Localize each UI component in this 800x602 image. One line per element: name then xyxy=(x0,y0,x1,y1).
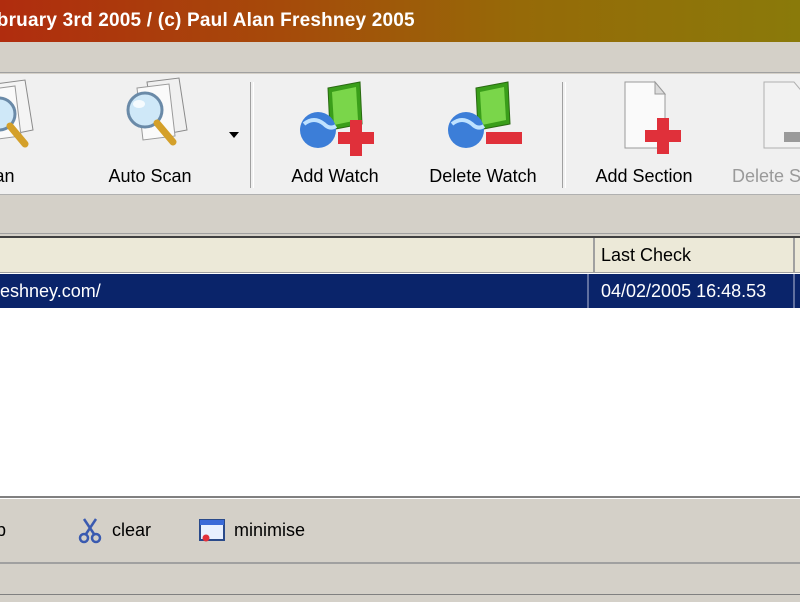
watch-list[interactable]: Last Check eshney.com/ 04/02/2005 16:48.… xyxy=(0,236,800,498)
window-title-bar[interactable]: ebruary 3rd 2005 / (c) Paul Alan Freshne… xyxy=(0,0,800,42)
table-row[interactable]: eshney.com/ 04/02/2005 16:48.53 xyxy=(0,274,800,308)
auto-scan-dropdown-arrow[interactable] xyxy=(229,132,239,138)
delete-watch-label: Delete Watch xyxy=(429,166,537,186)
row-last-check: 04/02/2005 16:48.53 xyxy=(595,274,795,308)
scissors-icon xyxy=(76,516,104,544)
column-header-last-check[interactable]: Last Check xyxy=(595,238,795,272)
add-watch-label: Add Watch xyxy=(291,166,379,186)
clear-button[interactable]: clear xyxy=(76,513,151,547)
add-watch-button[interactable]: Add Watch xyxy=(280,74,390,192)
delete-section-button[interactable]: Delete S xyxy=(728,74,800,192)
minimise-window-icon xyxy=(198,516,226,544)
column-header-url[interactable] xyxy=(0,238,595,272)
auto-scan-label: Auto Scan xyxy=(108,166,192,186)
add-watch-icon xyxy=(290,74,380,160)
add-section-icon xyxy=(599,74,689,160)
add-section-button[interactable]: Add Section xyxy=(588,74,700,192)
window-title: ebruary 3rd 2005 / (c) Paul Alan Freshne… xyxy=(0,10,415,31)
auto-scan-icon xyxy=(105,74,195,160)
scan-label: can xyxy=(0,166,15,186)
clear-label: clear xyxy=(112,519,152,540)
minimise-button[interactable]: minimise xyxy=(198,513,305,547)
list-header: Last Check xyxy=(0,238,800,273)
bottom-toolbar: p clear minimise xyxy=(0,498,800,561)
section-strip xyxy=(0,195,800,234)
bottom-button-partial-label: p xyxy=(0,519,7,540)
delete-section-icon xyxy=(728,74,800,160)
auto-scan-button[interactable]: Auto Scan xyxy=(100,74,200,192)
toolbar: can Auto Scan Add xyxy=(0,74,800,195)
status-bar xyxy=(0,562,800,602)
scan-icon xyxy=(0,74,45,160)
toolbar-separator xyxy=(250,82,254,188)
scan-button[interactable]: can xyxy=(0,74,55,192)
toolbar-separator xyxy=(562,82,566,188)
delete-watch-icon xyxy=(438,74,528,160)
add-section-label: Add Section xyxy=(595,166,693,186)
row-url: eshney.com/ xyxy=(0,274,589,308)
minimise-label: minimise xyxy=(234,519,306,540)
bottom-button-partial[interactable]: p xyxy=(0,513,6,547)
delete-section-label: Delete S xyxy=(732,166,800,186)
menu-bar xyxy=(0,42,800,73)
delete-watch-button[interactable]: Delete Watch xyxy=(422,74,544,192)
